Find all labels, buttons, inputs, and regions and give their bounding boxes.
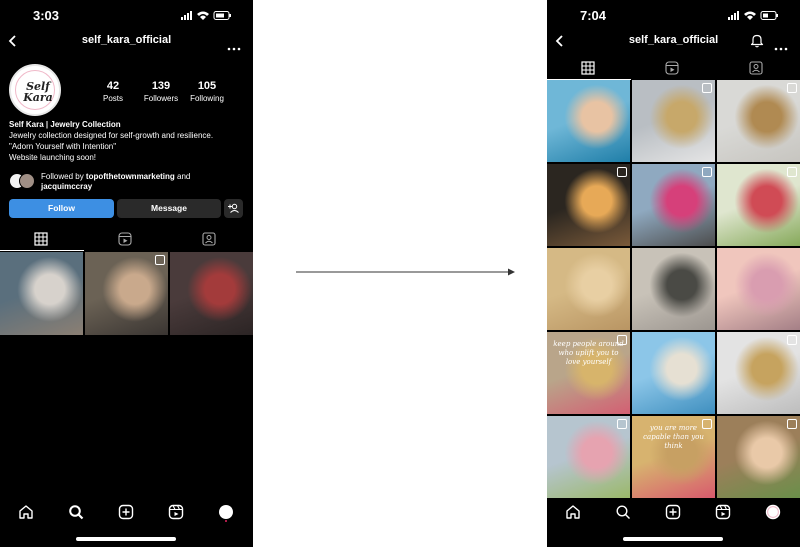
profile-tabs xyxy=(547,58,800,80)
profile-header: self_kara_official xyxy=(547,30,800,52)
search-icon[interactable] xyxy=(615,504,631,520)
follower-username[interactable]: topofthetownmarketing xyxy=(86,172,175,181)
post-thumbnail[interactable] xyxy=(717,164,800,246)
reels-tab-icon[interactable] xyxy=(665,61,681,75)
stat-posts-value: 42 xyxy=(106,80,120,92)
post-thumbnail[interactable] xyxy=(632,164,715,246)
post-thumbnail[interactable]: you are more capable than you think xyxy=(632,416,715,498)
tagged-tab-icon[interactable] xyxy=(202,232,218,246)
stat-following-value: 105 xyxy=(197,80,217,92)
profile-bio: Self Kara | Jewelry Collection Jewelry c… xyxy=(9,119,249,163)
tagged-tab-icon[interactable] xyxy=(749,61,765,75)
home-indicator[interactable] xyxy=(623,537,723,541)
status-icons xyxy=(728,10,780,22)
grid-tab-icon[interactable] xyxy=(581,61,597,75)
post-thumbnail[interactable] xyxy=(632,332,715,414)
status-bar: 7:04 xyxy=(547,0,800,30)
reel-indicator-icon xyxy=(702,167,712,177)
post-thumbnail[interactable] xyxy=(170,252,253,335)
suggested-users-button[interactable] xyxy=(224,199,243,218)
post-thumbnail[interactable] xyxy=(632,248,715,330)
message-button[interactable]: Message xyxy=(117,199,221,218)
followed-by-prefix: Followed by xyxy=(41,172,86,181)
post-thumbnail[interactable] xyxy=(717,248,800,330)
search-icon[interactable] xyxy=(68,504,84,520)
profile-display-name: Self Kara | Jewelry Collection xyxy=(9,120,121,129)
reel-indicator-icon xyxy=(787,419,797,429)
home-icon[interactable] xyxy=(18,504,34,520)
notifications-bell-icon[interactable] xyxy=(750,33,764,48)
bottom-navigation xyxy=(0,500,253,526)
bottom-navigation xyxy=(547,500,800,526)
avatar-logo-text: Self Kara xyxy=(23,80,53,104)
status-icons xyxy=(181,10,233,22)
create-post-icon[interactable] xyxy=(118,504,134,520)
profile-screen-after: 7:04 self_kara_official keep people arou… xyxy=(547,0,800,547)
home-indicator[interactable] xyxy=(76,537,176,541)
post-thumbnail[interactable] xyxy=(0,252,83,335)
more-options-icon[interactable] xyxy=(227,38,241,51)
post-thumbnail[interactable] xyxy=(547,416,630,498)
follower-username[interactable]: jacquimccray xyxy=(41,182,92,191)
followed-by-text: Followed by topofthetownmarketing and ja… xyxy=(41,172,249,192)
followed-by-row[interactable]: Followed by topofthetownmarketing and ja… xyxy=(9,172,249,192)
post-thumbnail[interactable] xyxy=(547,164,630,246)
profile-avatar[interactable]: Self Kara xyxy=(9,64,61,116)
back-chevron-icon[interactable] xyxy=(6,33,20,49)
grid-tab-icon[interactable] xyxy=(34,232,50,246)
status-time: 3:03 xyxy=(32,8,60,23)
follower-avatar xyxy=(19,173,35,189)
bio-line: "Adorn Yourself with Intention" xyxy=(9,142,117,151)
post-thumbnail[interactable] xyxy=(85,252,168,335)
profile-tab-avatar[interactable] xyxy=(218,504,234,522)
posts-grid xyxy=(0,252,253,335)
reel-indicator-icon xyxy=(787,167,797,177)
post-thumbnail[interactable] xyxy=(632,80,715,162)
post-thumbnail[interactable] xyxy=(717,332,800,414)
post-thumbnail[interactable]: keep people around who uplift you to lov… xyxy=(547,332,630,414)
bio-line: Website launching soon! xyxy=(9,153,97,162)
reel-indicator-icon xyxy=(787,335,797,345)
transition-arrow-icon xyxy=(296,265,516,277)
followed-by-and: and xyxy=(174,172,191,181)
reels-icon[interactable] xyxy=(715,504,731,520)
stat-following[interactable]: 105 Following xyxy=(180,80,234,103)
avatar-logo: Self Kara xyxy=(15,70,55,110)
reel-indicator-icon xyxy=(787,83,797,93)
post-thumbnail[interactable] xyxy=(717,416,800,498)
profile-tab-avatar[interactable] xyxy=(765,504,781,520)
reel-indicator-icon xyxy=(617,419,627,429)
status-time: 7:04 xyxy=(579,8,607,23)
reel-indicator-icon xyxy=(155,255,165,265)
create-post-icon[interactable] xyxy=(665,504,681,520)
post-caption-overlay: you are more capable than you think xyxy=(643,424,704,450)
follow-button[interactable]: Follow xyxy=(9,199,114,218)
back-chevron-icon[interactable] xyxy=(553,33,567,49)
reels-icon[interactable] xyxy=(168,504,184,520)
stat-following-label: Following xyxy=(190,94,224,103)
profile-header: self_kara_official xyxy=(0,30,253,52)
post-thumbnail[interactable] xyxy=(717,80,800,162)
add-user-icon xyxy=(228,203,239,213)
stat-posts[interactable]: 42 Posts xyxy=(86,80,140,103)
active-tab-indicator xyxy=(0,250,84,251)
reel-indicator-icon xyxy=(617,167,627,177)
post-caption-overlay: keep people around who uplift you to lov… xyxy=(553,340,624,366)
more-options-icon[interactable] xyxy=(774,38,788,51)
posts-grid: keep people around who uplift you to lov… xyxy=(547,80,800,498)
profile-tabs xyxy=(0,229,253,251)
post-thumbnail[interactable] xyxy=(547,248,630,330)
post-thumbnail[interactable] xyxy=(547,80,630,162)
status-bar: 3:03 xyxy=(0,0,253,30)
home-icon[interactable] xyxy=(565,504,581,520)
bio-line: Jewelry collection designed for self-gro… xyxy=(9,131,214,140)
profile-screen-before: 3:03 self_kara_official Self Kara 42 Pos… xyxy=(0,0,253,547)
reels-tab-icon[interactable] xyxy=(118,232,134,246)
profile-username: self_kara_official xyxy=(628,34,719,46)
reel-indicator-icon xyxy=(702,83,712,93)
profile-username: self_kara_official xyxy=(81,34,172,46)
stat-posts-label: Posts xyxy=(102,94,123,103)
